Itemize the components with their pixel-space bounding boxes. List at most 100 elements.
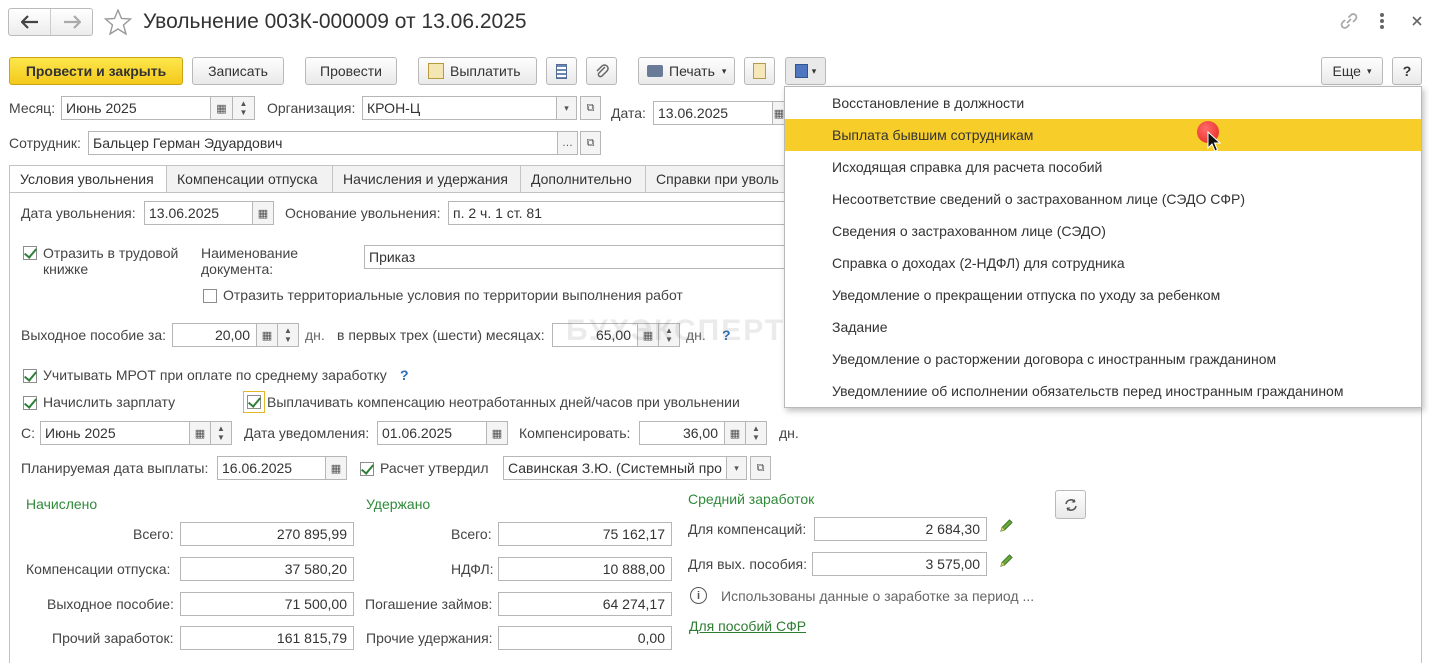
calendar-icon[interactable]: ▦	[189, 421, 211, 445]
doc-name-field[interactable]: Приказ	[364, 245, 785, 269]
month-stepper[interactable]: ▲ ▼	[232, 96, 255, 120]
link-icon[interactable]	[1339, 11, 1359, 34]
compensate-days-field[interactable]: 36,00	[639, 421, 725, 445]
dismissal-basis-label: Основание увольнения:	[285, 205, 441, 221]
approver-field[interactable]: Савинская З.Ю. (Системный про	[503, 456, 727, 480]
document-structure-button[interactable]	[744, 57, 775, 85]
paperclip-icon	[595, 64, 609, 78]
from-field[interactable]: Июнь 2025	[40, 421, 190, 445]
tab-accruals-deductions[interactable]: Начисления и удержания	[332, 165, 521, 193]
pencil-icon[interactable]	[999, 553, 1014, 571]
pencil-icon[interactable]	[999, 518, 1014, 536]
open-icon[interactable]: ⧉	[580, 96, 601, 120]
info-icon: i	[690, 587, 707, 604]
doc-name-label-1: Наименование	[201, 245, 299, 261]
forward-arrow-icon[interactable]	[51, 9, 93, 35]
withheld-loans-label: Погашение займов:	[365, 596, 493, 612]
compensate-unit: дн.	[779, 425, 799, 441]
menu-item-foreign-obligations[interactable]: Уведомлениие об исполнении обязательств …	[785, 375, 1421, 407]
calc-approved-label: Расчет утвердил	[380, 460, 489, 476]
menu-item-foreign-contract-termination[interactable]: Уведомление о расторжении договора с ино…	[785, 343, 1421, 375]
avg-severance-field: 3 575,00	[812, 552, 987, 576]
accrued-total-field: 270 895,99	[180, 522, 354, 546]
pay-compensation-checkbox[interactable]	[247, 395, 261, 409]
calc-salary-checkbox[interactable]	[23, 396, 37, 410]
mrot-help-icon[interactable]: ?	[400, 367, 409, 383]
menu-item-childcare-leave-end[interactable]: Уведомление о прекращении отпуска по ухо…	[785, 279, 1421, 311]
planned-date-field[interactable]: 16.06.2025	[217, 456, 326, 480]
notice-date-label: Дата уведомления:	[244, 425, 370, 441]
menu-item-task[interactable]: Задание	[785, 311, 1421, 343]
planned-date-label: Планируемая дата выплаты:	[21, 460, 209, 476]
save-button[interactable]: Записать	[192, 57, 284, 85]
open-icon[interactable]: ⧉	[750, 456, 771, 480]
pay-compensation-label: Выплачивать компенсацию неотработанных д…	[267, 394, 740, 410]
tab-dismissal-conditions[interactable]: Условия увольнения	[9, 165, 167, 193]
employee-field[interactable]: Бальцер Герман Эдуардович	[88, 131, 558, 155]
create-based-on-button[interactable]: ▾	[785, 57, 826, 85]
more-button-label: Еще	[1332, 63, 1361, 79]
calc-salary-label: Начислить зарплату	[43, 394, 176, 410]
from-label: С:	[21, 425, 35, 441]
calc-approved-checkbox[interactable]	[360, 462, 374, 476]
refresh-button[interactable]	[1055, 490, 1086, 519]
dismissal-date-field[interactable]: 13.06.2025	[144, 201, 253, 225]
organization-field[interactable]: КРОН-Ц	[362, 96, 557, 120]
menu-item-income-certificate[interactable]: Справка о доходах (2-НДФЛ) для сотрудник…	[785, 247, 1421, 279]
report-button[interactable]	[546, 57, 577, 85]
notice-date-field[interactable]: 01.06.2025	[377, 421, 487, 445]
more-vert-icon[interactable]	[1380, 13, 1386, 29]
withheld-title: Удержано	[366, 496, 431, 512]
tab-additional[interactable]: Дополнительно	[520, 165, 646, 193]
select-ellipsis-icon[interactable]: …	[557, 131, 578, 155]
post-button[interactable]: Провести	[305, 57, 397, 85]
withheld-other-label: Прочие удержания:	[366, 630, 493, 646]
calendar-icon[interactable]: ▦	[210, 96, 233, 120]
calendar-icon[interactable]: ▦	[486, 421, 508, 445]
close-icon[interactable]	[1411, 14, 1423, 30]
tab-certificates[interactable]: Справки при уволь	[645, 165, 790, 193]
pay-button[interactable]: Выплатить	[418, 57, 537, 85]
month-field[interactable]: Июнь 2025	[61, 96, 211, 120]
open-icon[interactable]: ⧉	[580, 131, 601, 155]
menu-item-outgoing-benefit-certificate[interactable]: Исходящая справка для расчета пособий	[785, 151, 1421, 183]
help-button[interactable]: ?	[1392, 57, 1422, 85]
calculator-icon[interactable]: ▦	[724, 421, 746, 445]
accrued-severance-label: Выходное пособие:	[47, 596, 174, 612]
menu-item-payment-former-employees[interactable]: Выплата бывшим сотрудникам	[785, 119, 1421, 151]
print-button[interactable]: Печать ▾	[638, 57, 735, 85]
favorite-star-icon[interactable]	[103, 8, 133, 38]
menu-item-insured-info-sedo[interactable]: Сведения о застрахованном лице (СЭДО)	[785, 215, 1421, 247]
reflect-workbook-checkbox[interactable]	[23, 246, 37, 260]
territorial-conditions-checkbox[interactable]	[203, 289, 217, 303]
menu-item-restore-position[interactable]: Восстановление в должности	[785, 87, 1421, 119]
doc-name-label-2: документа:	[201, 261, 274, 277]
accrued-vacation-field: 37 580,20	[180, 557, 354, 581]
tab-vacation-compensation[interactable]: Компенсации отпуска	[166, 165, 333, 193]
sfr-benefits-link[interactable]: Для пособий СФР	[689, 618, 806, 634]
from-stepper[interactable]: ▲ ▼	[210, 421, 232, 445]
back-arrow-icon[interactable]	[9, 9, 51, 35]
severance-days-field[interactable]: 20,00	[172, 323, 257, 347]
date-field[interactable]: 13.06.2025	[653, 101, 773, 125]
calendar-icon[interactable]: ▦	[252, 201, 274, 225]
avg-severance-label: Для вых. пособия:	[688, 556, 808, 572]
compensate-label: Компенсировать:	[519, 425, 631, 441]
mrot-checkbox[interactable]	[23, 369, 37, 383]
chevron-down-icon[interactable]: ▾	[556, 96, 577, 120]
menu-item-insured-mismatch-sedo[interactable]: Несоответствие сведений о застрахованном…	[785, 183, 1421, 215]
attach-button[interactable]	[586, 57, 617, 85]
compensate-stepper[interactable]: ▲ ▼	[745, 421, 767, 445]
chevron-down-icon: ▾	[811, 65, 817, 76]
post-and-close-button[interactable]: Провести и закрыть	[9, 57, 183, 85]
chevron-down-icon[interactable]: ▾	[726, 456, 747, 480]
calculator-icon	[556, 63, 567, 79]
refresh-icon	[1064, 498, 1077, 511]
calendar-icon[interactable]: ▦	[325, 456, 347, 480]
more-button[interactable]: Еще ▾	[1321, 57, 1383, 85]
withheld-ndfl-label: НДФЛ:	[451, 561, 494, 577]
severance-stepper[interactable]: ▲ ▼	[277, 323, 299, 347]
calculator-icon[interactable]: ▦	[256, 323, 278, 347]
dismissal-basis-field[interactable]: п. 2 ч. 1 ст. 81	[448, 201, 785, 225]
avg-comp-field: 2 684,30	[814, 517, 987, 541]
